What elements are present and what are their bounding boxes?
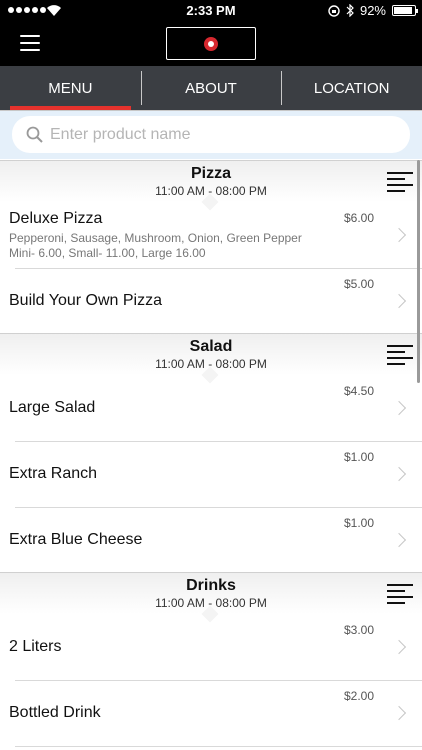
item-name: Bottled Drink bbox=[9, 704, 101, 721]
chevron-right-icon bbox=[391, 705, 407, 721]
orientation-lock-icon bbox=[328, 4, 340, 17]
filter-icon[interactable] bbox=[387, 345, 413, 367]
app-header bbox=[0, 22, 422, 66]
battery-icon bbox=[392, 5, 418, 16]
section-header-pizza: Pizza 11:00 AM - 08:00 PM bbox=[0, 160, 422, 211]
filter-icon[interactable] bbox=[387, 172, 413, 194]
item-name: 2 Liters bbox=[9, 638, 62, 655]
search-input[interactable] bbox=[50, 125, 370, 144]
menu-item[interactable]: Large Salad $4.50 bbox=[0, 375, 422, 441]
status-bar: 2:33 PM 92% bbox=[0, 0, 422, 22]
brand-logo bbox=[166, 27, 256, 60]
chevron-right-icon bbox=[391, 227, 407, 243]
chevron-right-icon bbox=[391, 532, 407, 548]
search-icon bbox=[26, 126, 43, 143]
hamburger-icon[interactable] bbox=[20, 35, 40, 51]
item-price: $5.00 bbox=[343, 277, 374, 291]
item-name: Large Salad bbox=[9, 399, 96, 416]
tab-menu[interactable]: MENU bbox=[0, 66, 141, 110]
logo-flame-mark bbox=[204, 36, 218, 51]
menu-item[interactable]: Deluxe Pizza Pepperoni, Sausage, Mushroom… bbox=[0, 202, 422, 268]
item-description: Mini- 6.00, Small- 11.00, Large 16.00 bbox=[9, 246, 206, 260]
menu-item[interactable]: Bottled Drink $2.00 bbox=[0, 680, 422, 746]
item-price: $1.00 bbox=[343, 450, 374, 464]
item-name: Build Your Own Pizza bbox=[9, 292, 162, 309]
chevron-right-icon bbox=[391, 400, 407, 416]
item-price: $4.50 bbox=[343, 384, 374, 398]
section-title: Drinks bbox=[186, 577, 236, 594]
menu-item[interactable]: Build Your Own Pizza $5.00 bbox=[0, 268, 422, 334]
item-price: $6.00 bbox=[343, 211, 374, 225]
menu-item[interactable]: Extra Ranch $1.00 bbox=[0, 441, 422, 507]
tab-bar: MENU ABOUT LOCATION bbox=[0, 66, 422, 110]
section-header-salad: Salad 11:00 AM - 08:00 PM bbox=[0, 333, 422, 384]
item-price: $1.00 bbox=[343, 516, 374, 530]
bluetooth-icon bbox=[346, 4, 354, 17]
item-description: Pepperoni, Sausage, Mushroom, Onion, Gre… bbox=[9, 231, 302, 245]
item-price: $2.00 bbox=[343, 689, 374, 703]
section-title: Pizza bbox=[190, 165, 231, 182]
chevron-right-icon bbox=[391, 293, 407, 309]
scrollbar[interactable] bbox=[417, 160, 420, 383]
chevron-right-icon bbox=[391, 639, 407, 655]
item-name: Deluxe Pizza bbox=[9, 210, 103, 227]
tab-about[interactable]: ABOUT bbox=[140, 66, 282, 110]
section-header-drinks: Drinks 11:00 AM - 08:00 PM bbox=[0, 572, 422, 623]
search-area bbox=[0, 111, 422, 159]
filter-icon[interactable] bbox=[387, 584, 413, 606]
item-price: $3.00 bbox=[343, 623, 374, 637]
item-name: Extra Blue Cheese bbox=[9, 531, 143, 548]
search-bar[interactable] bbox=[12, 116, 410, 153]
section-title: Salad bbox=[189, 338, 233, 355]
item-name: Extra Ranch bbox=[9, 465, 98, 482]
menu-item[interactable]: 2 Liters $3.00 bbox=[0, 614, 422, 680]
menu-item[interactable]: Extra Blue Cheese $1.00 bbox=[0, 507, 422, 573]
battery-percent: 92% bbox=[359, 3, 386, 18]
tab-location[interactable]: LOCATION bbox=[281, 66, 422, 110]
row-divider bbox=[15, 746, 422, 747]
chevron-right-icon bbox=[391, 466, 407, 482]
